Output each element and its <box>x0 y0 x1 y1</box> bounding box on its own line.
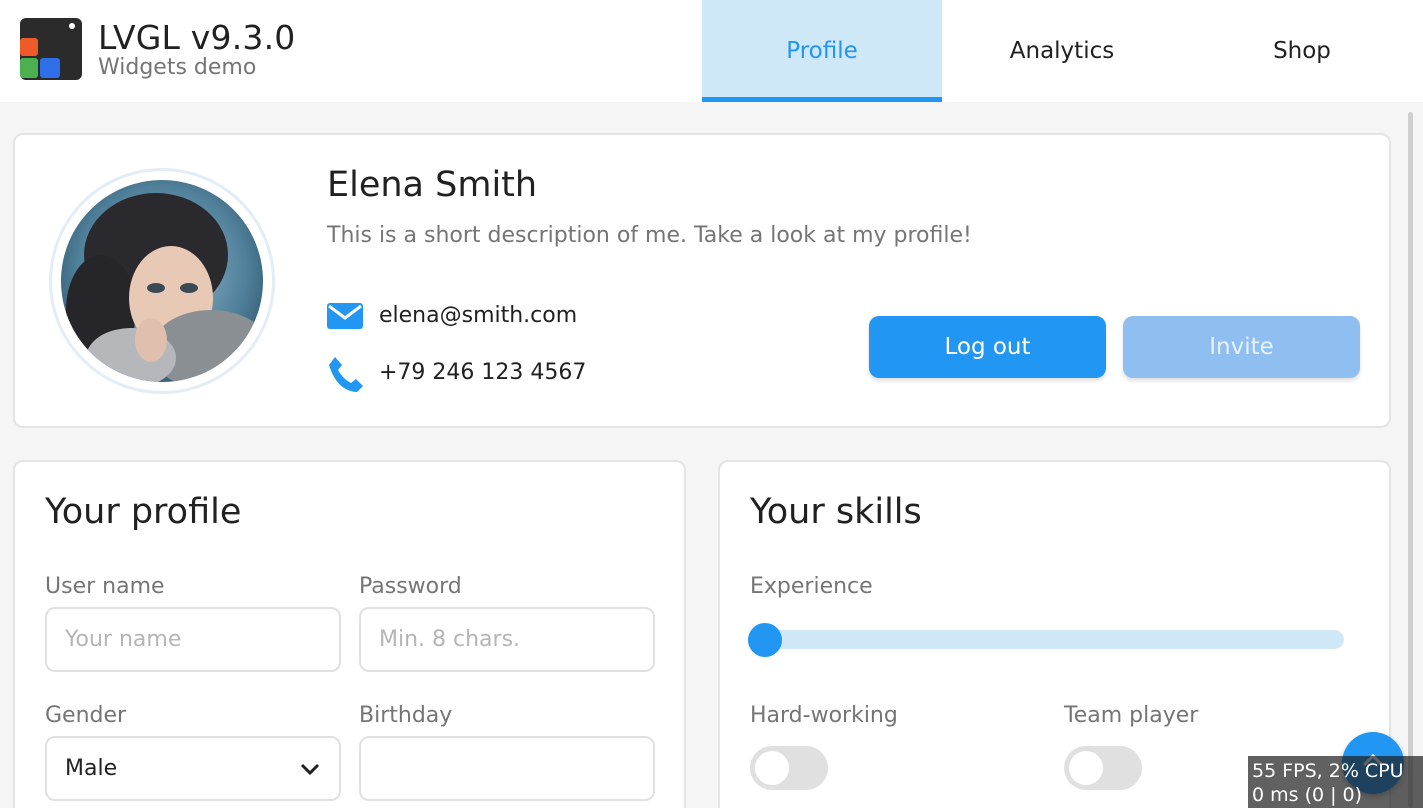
tab-shop[interactable]: Shop <box>1182 0 1422 102</box>
username-input[interactable]: Your name <box>45 607 341 672</box>
tab-profile[interactable]: Profile <box>702 0 942 102</box>
username-label: User name <box>45 574 165 599</box>
vertical-scrollbar[interactable] <box>1408 112 1413 808</box>
your-profile-card: Your profile User name Your name Passwor… <box>13 460 686 808</box>
lvgl-logo-icon <box>20 18 82 80</box>
gender-dropdown[interactable]: Male <box>45 736 341 801</box>
perf-timing: 0 ms (0 | 0) <box>1252 784 1363 806</box>
app-title: LVGL v9.3.0 <box>98 18 296 57</box>
experience-slider-knob[interactable] <box>748 623 782 657</box>
invite-button[interactable]: Invite <box>1123 316 1360 378</box>
profile-description: This is a short description of me. Take … <box>327 223 972 248</box>
avatar-image <box>61 180 263 382</box>
logout-button[interactable]: Log out <box>869 316 1106 378</box>
perf-monitor: 55 FPS, 2% CPU 0 ms (0 | 0) <box>1248 756 1423 808</box>
avatar <box>49 168 275 394</box>
password-input[interactable]: Min. 8 chars. <box>359 607 655 672</box>
birthday-input[interactable] <box>359 736 655 801</box>
your-skills-title: Your skills <box>750 492 922 532</box>
hard-working-label: Hard-working <box>750 703 898 728</box>
profile-email: elena@smith.com <box>379 303 578 328</box>
gender-value: Male <box>65 756 118 781</box>
header-bar: LVGL v9.3.0 Widgets demo Profile Analyti… <box>0 0 1423 102</box>
perf-fps-cpu: 55 FPS, 2% CPU <box>1252 760 1404 782</box>
profile-phone: +79 246 123 4567 <box>379 360 587 385</box>
tab-bar: Profile Analytics Shop <box>702 0 1423 102</box>
experience-label: Experience <box>750 574 873 599</box>
app-subtitle: Widgets demo <box>98 55 257 80</box>
hard-working-switch[interactable] <box>750 746 828 790</box>
team-player-switch[interactable] <box>1064 746 1142 790</box>
team-player-label: Team player <box>1064 703 1199 728</box>
gender-label: Gender <box>45 703 127 728</box>
switch-knob <box>1069 751 1103 785</box>
profile-card: Elena Smith This is a short description … <box>13 133 1391 428</box>
experience-slider[interactable] <box>752 630 1344 649</box>
password-label: Password <box>359 574 462 599</box>
envelope-icon <box>327 303 363 329</box>
birthday-label: Birthday <box>359 703 453 728</box>
your-profile-title: Your profile <box>45 492 242 532</box>
tab-analytics[interactable]: Analytics <box>942 0 1182 102</box>
switch-knob <box>755 751 789 785</box>
phone-icon <box>327 355 363 393</box>
chevron-down-icon <box>299 758 321 780</box>
profile-name: Elena Smith <box>327 165 538 205</box>
